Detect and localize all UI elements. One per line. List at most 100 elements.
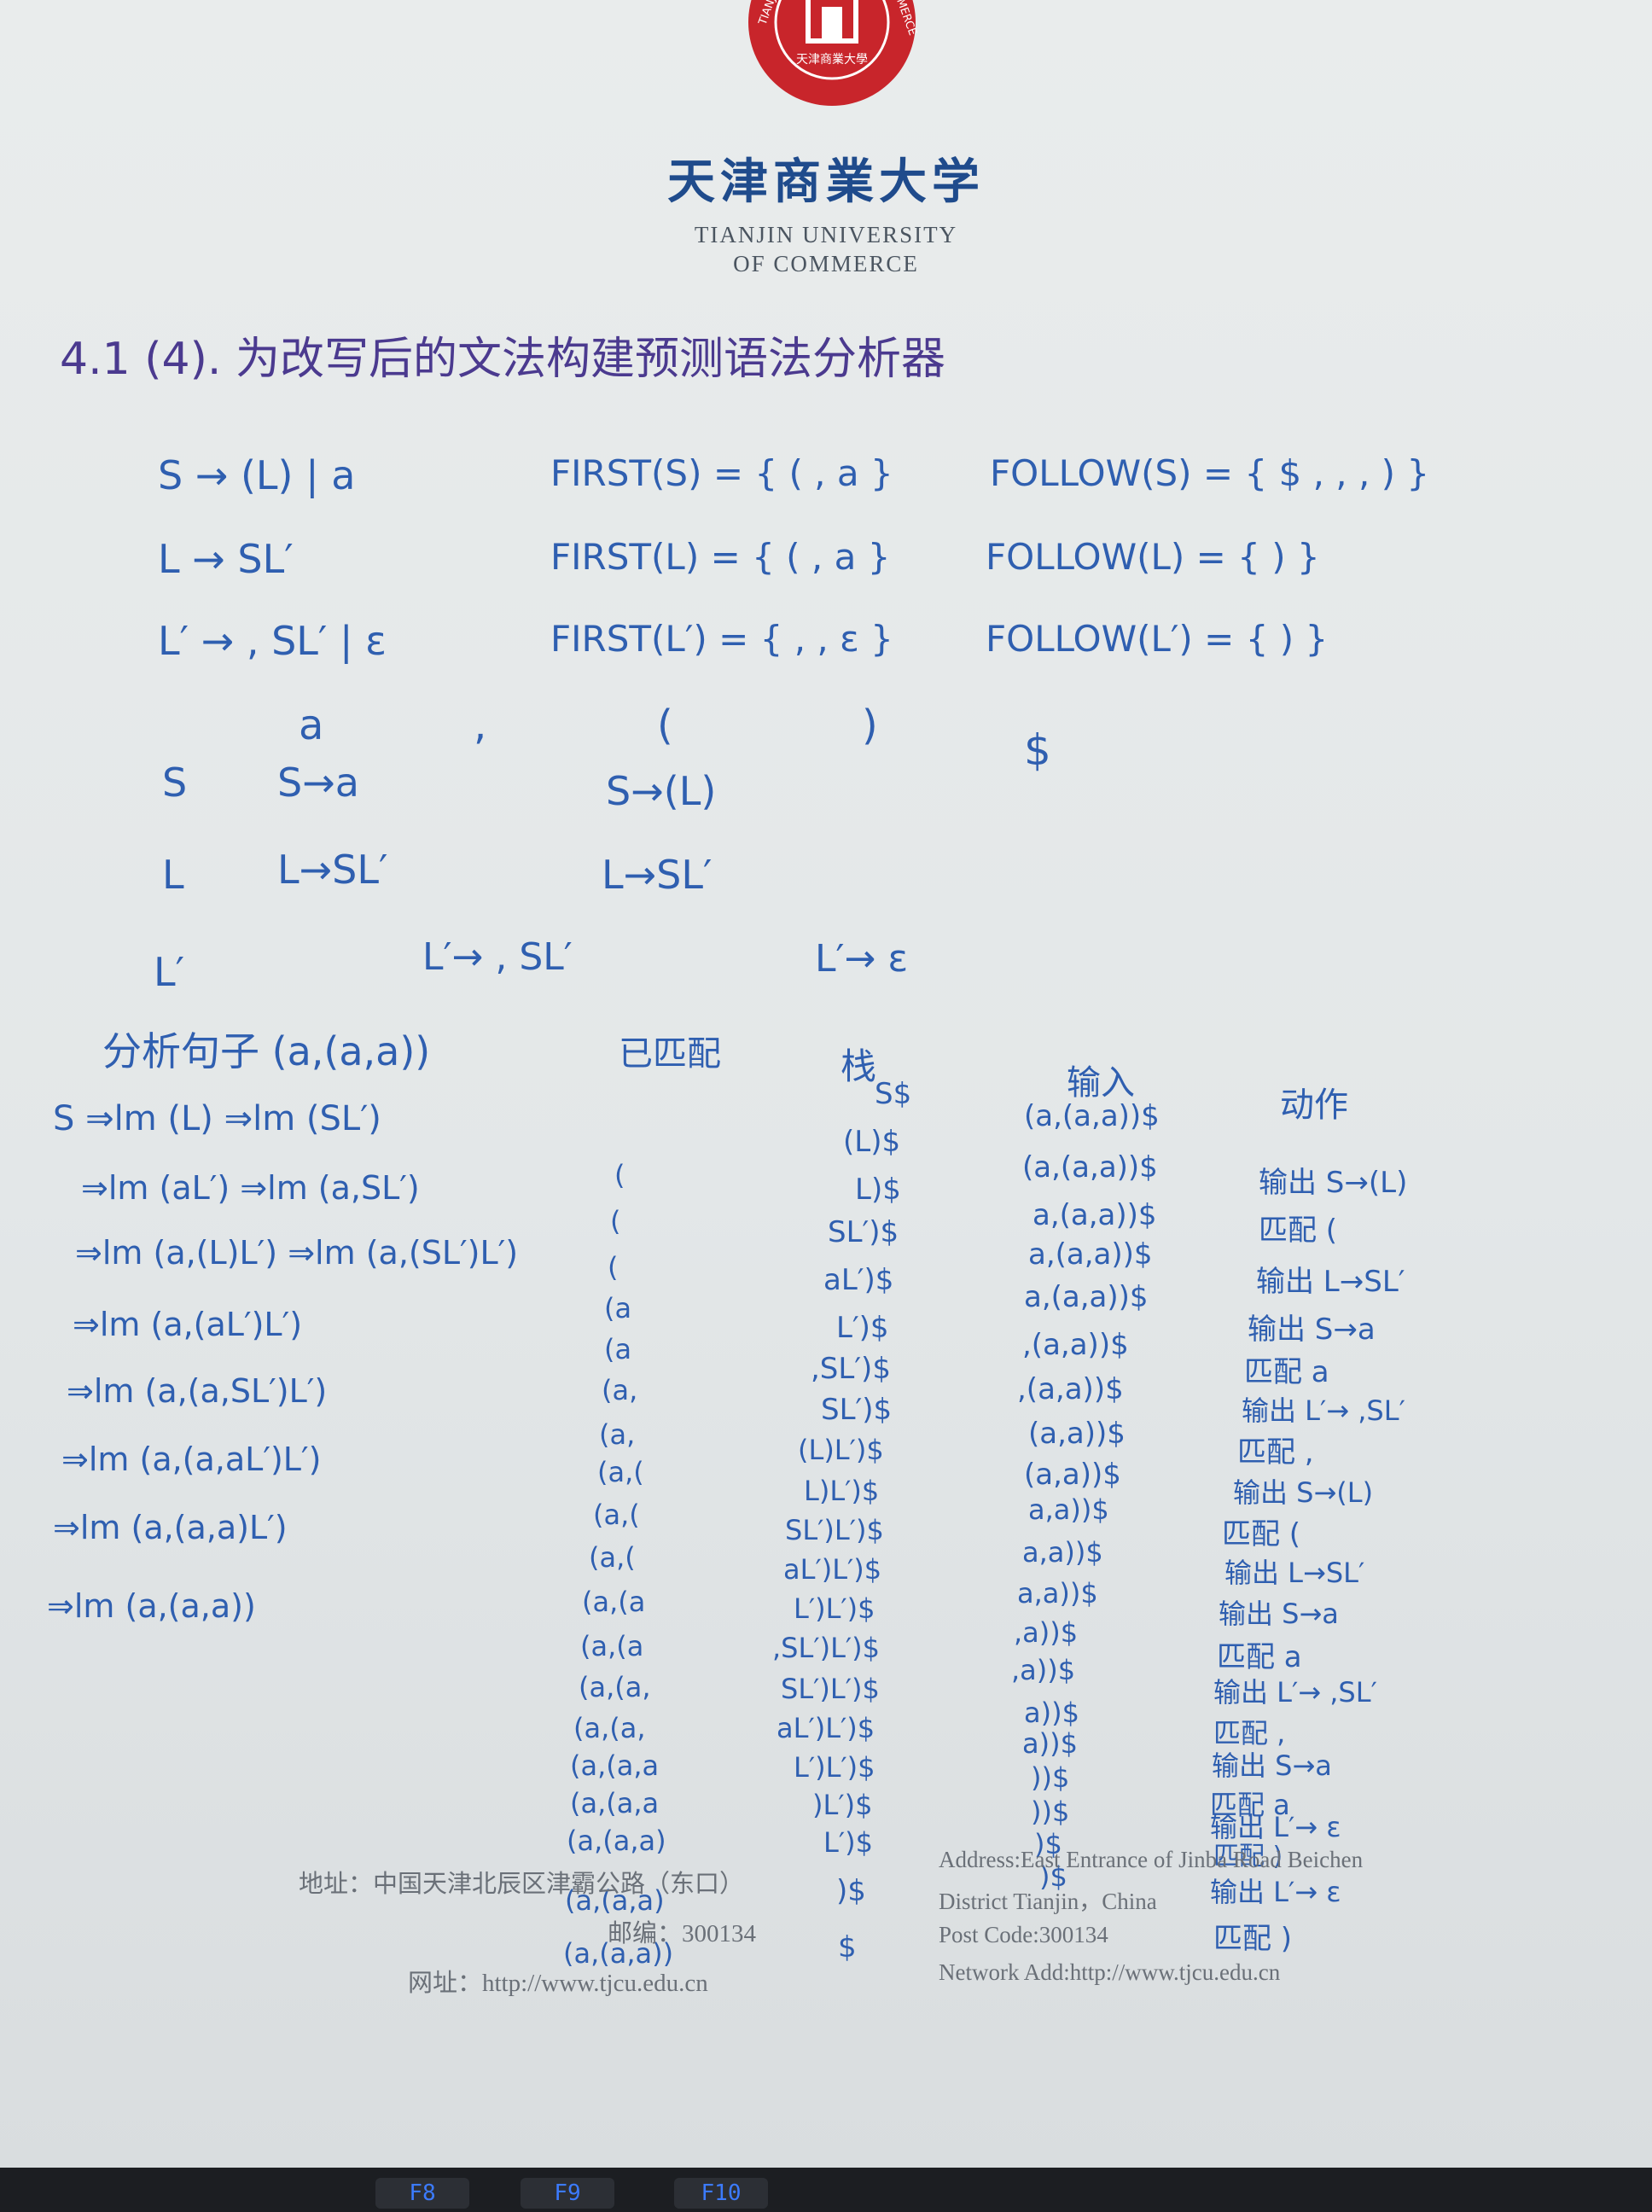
table-cell-l-lparen: L→SL′ (602, 852, 713, 898)
derivation-step: ⇒lm (a,(a,a)) (47, 1587, 256, 1625)
table-header-rparen: ) (862, 701, 878, 749)
table-row-nt-l: L (162, 852, 184, 898)
stack-cell: S$ (875, 1077, 912, 1111)
table-cell-s-a: S→a (277, 760, 359, 806)
input-cell: ,(a,a))$ (1017, 1372, 1124, 1406)
matched-cell: (a,(a,a (570, 1749, 660, 1782)
matched-cell: (a,(a,a (570, 1787, 660, 1819)
stack-cell: (L)$ (843, 1125, 901, 1159)
follow-set-2: FOLLOW(L) = { ) } (986, 536, 1320, 578)
stack-cell: aL′)L′)$ (783, 1553, 882, 1586)
university-name-en-2: OF COMMERCE (733, 251, 919, 276)
column-header-input: 输入 (1067, 1063, 1135, 1103)
stack-cell: ,SL′)L′)$ (772, 1632, 880, 1664)
footer-address-en-2: District Tianjin，China (939, 1889, 1157, 1914)
footer-address-en-1: Address:East Entrance of Jinba Road Beic… (939, 1847, 1364, 1872)
matched-cell: (a,(a, (573, 1712, 646, 1744)
matched-cell: (a (604, 1292, 632, 1324)
input-cell: (a,a))$ (1028, 1417, 1126, 1451)
follow-set-3: FOLLOW(L′) = { ) } (986, 618, 1329, 660)
action-cell: 输出 L→SL′ (1256, 1265, 1405, 1299)
stack-cell: SL′)L′)$ (785, 1514, 884, 1546)
action-cell: 输出 S→a (1219, 1598, 1339, 1630)
input-cell: a,a))$ (1022, 1536, 1103, 1569)
input-cell: a,a))$ (1017, 1577, 1098, 1610)
stack-cell: L′)$ (823, 1826, 873, 1859)
derivation-step: ⇒lm (a,(L)L′) ⇒lm (a,(SL′)L′) (75, 1234, 519, 1272)
input-cell: (a,(a,a))$ (1022, 1150, 1158, 1185)
stack-cell: $ (838, 1930, 857, 1965)
derivation-step: ⇒lm (a,(a,aL′)L′) (61, 1441, 322, 1478)
footer-web-cn: 网址：http://www.tjcu.edu.cn (408, 1970, 708, 1997)
action-cell: 输出 L→SL′ (1224, 1557, 1365, 1589)
keyboard-key: F10 (674, 2178, 768, 2209)
university-seal-logo: TIANJIN MERCE 天津商業大學 (748, 0, 917, 106)
column-header-action: 动作 (1280, 1086, 1348, 1125)
follow-set-1: FOLLOW(S) = { $ , , , ) } (990, 452, 1430, 494)
table-cell-l-a: L→SL′ (277, 847, 388, 893)
matched-cell: (a,( (597, 1456, 644, 1488)
grammar-prod-1: S → (L) | a (158, 452, 356, 498)
action-cell: 输出 S→a (1248, 1313, 1376, 1347)
matched-cell: (a,( (593, 1499, 640, 1531)
stack-cell: ,SL′)$ (811, 1352, 891, 1386)
grammar-prod-3: L′ → , SL′ | ε (158, 618, 387, 664)
action-cell: 输出 S→a (1212, 1749, 1332, 1782)
action-cell: 输出 L′→ ,SL′ (1213, 1676, 1377, 1708)
input-cell: ,a))$ (1011, 1654, 1076, 1686)
input-cell: a,(a,a))$ (1028, 1237, 1153, 1272)
first-set-2: FIRST(L) = { ( , a } (550, 536, 891, 578)
keyboard-key: F8 (375, 2178, 469, 2209)
stack-cell: L′)$ (836, 1311, 889, 1345)
matched-cell: ( (614, 1159, 625, 1191)
matched-cell: (a, (599, 1418, 636, 1451)
table-header-a: a (299, 701, 324, 749)
stack-cell: (L)L′)$ (798, 1434, 884, 1466)
analysis-heading: 分析句子 (a,(a,a)) (102, 1028, 431, 1074)
stack-cell: L′)L′)$ (794, 1592, 875, 1625)
table-header-lparen: ( (657, 701, 673, 749)
footer-postcode-en: Post Code:300134 (939, 1922, 1108, 1947)
matched-cell: (a (604, 1333, 632, 1365)
action-cell: 匹配 a (1217, 1640, 1302, 1674)
derivation-step: ⇒lm (aL′) ⇒lm (a,SL′) (81, 1169, 420, 1207)
paper-sheet: TIANJIN MERCE 天津商業大學 天津商業大学 TIANJIN UNIV… (0, 0, 1652, 2168)
stack-cell: )L′)$ (812, 1789, 873, 1821)
action-cell: 输出 L′→ ε (1210, 1876, 1341, 1908)
stack-cell: SL′)$ (828, 1215, 899, 1249)
table-cell-s-lparen: S→(L) (606, 768, 717, 814)
matched-cell: ( (610, 1205, 621, 1237)
matched-cell: ( (608, 1251, 619, 1284)
university-name-en-1: TIANJIN UNIVERSITY (694, 222, 958, 247)
grammar-prod-2: L → SL′ (158, 536, 294, 582)
stack-cell: L)$ (855, 1173, 901, 1207)
keyboard-key: F9 (521, 2178, 614, 2209)
derivation-step: ⇒lm (a,(a,SL′)L′) (67, 1372, 328, 1410)
table-row-nt-s: S (162, 760, 188, 806)
derivation-step: ⇒lm (a,(a,a)L′) (53, 1509, 288, 1546)
university-name-cn: 天津商業大学 (667, 154, 985, 210)
action-cell: 输出 S→(L) (1259, 1166, 1408, 1200)
action-cell: 匹配 ( (1222, 1517, 1301, 1551)
first-set-3: FIRST(L′) = { , , ε } (550, 618, 893, 660)
input-cell: a,(a,a))$ (1032, 1198, 1157, 1232)
input-cell: a))$ (1022, 1727, 1078, 1760)
action-cell: 输出 S→(L) (1233, 1476, 1374, 1509)
seal-inner-text: 天津商業大學 (796, 53, 868, 67)
matched-cell: (a,( (589, 1541, 636, 1574)
action-cell: 匹配 a (1244, 1355, 1329, 1389)
first-set-1: FIRST(S) = { ( , a } (550, 452, 893, 494)
input-cell: (a,(a,a))$ (1024, 1099, 1160, 1133)
exercise-title: 4.1 (4). 为改写后的文法构建预测语法分析器 (60, 334, 945, 385)
matched-cell: (a,(a (580, 1630, 644, 1662)
action-cell: 匹配 ( (1259, 1214, 1338, 1248)
input-cell: a,(a,a))$ (1024, 1280, 1149, 1314)
footer-address-cn: 地址：中国天津北辰区津霸公路（东口） (299, 1871, 745, 1898)
column-header-matched: 已匹配 (619, 1034, 721, 1074)
input-cell: ,a))$ (1014, 1616, 1079, 1649)
input-cell: ))$ (1031, 1796, 1070, 1828)
table-header-dollar: $ (1024, 725, 1051, 775)
table-cell-lprime-comma: L′→ , SL′ (422, 935, 573, 979)
input-cell: a))$ (1024, 1697, 1079, 1729)
input-cell: a,a))$ (1028, 1493, 1109, 1526)
